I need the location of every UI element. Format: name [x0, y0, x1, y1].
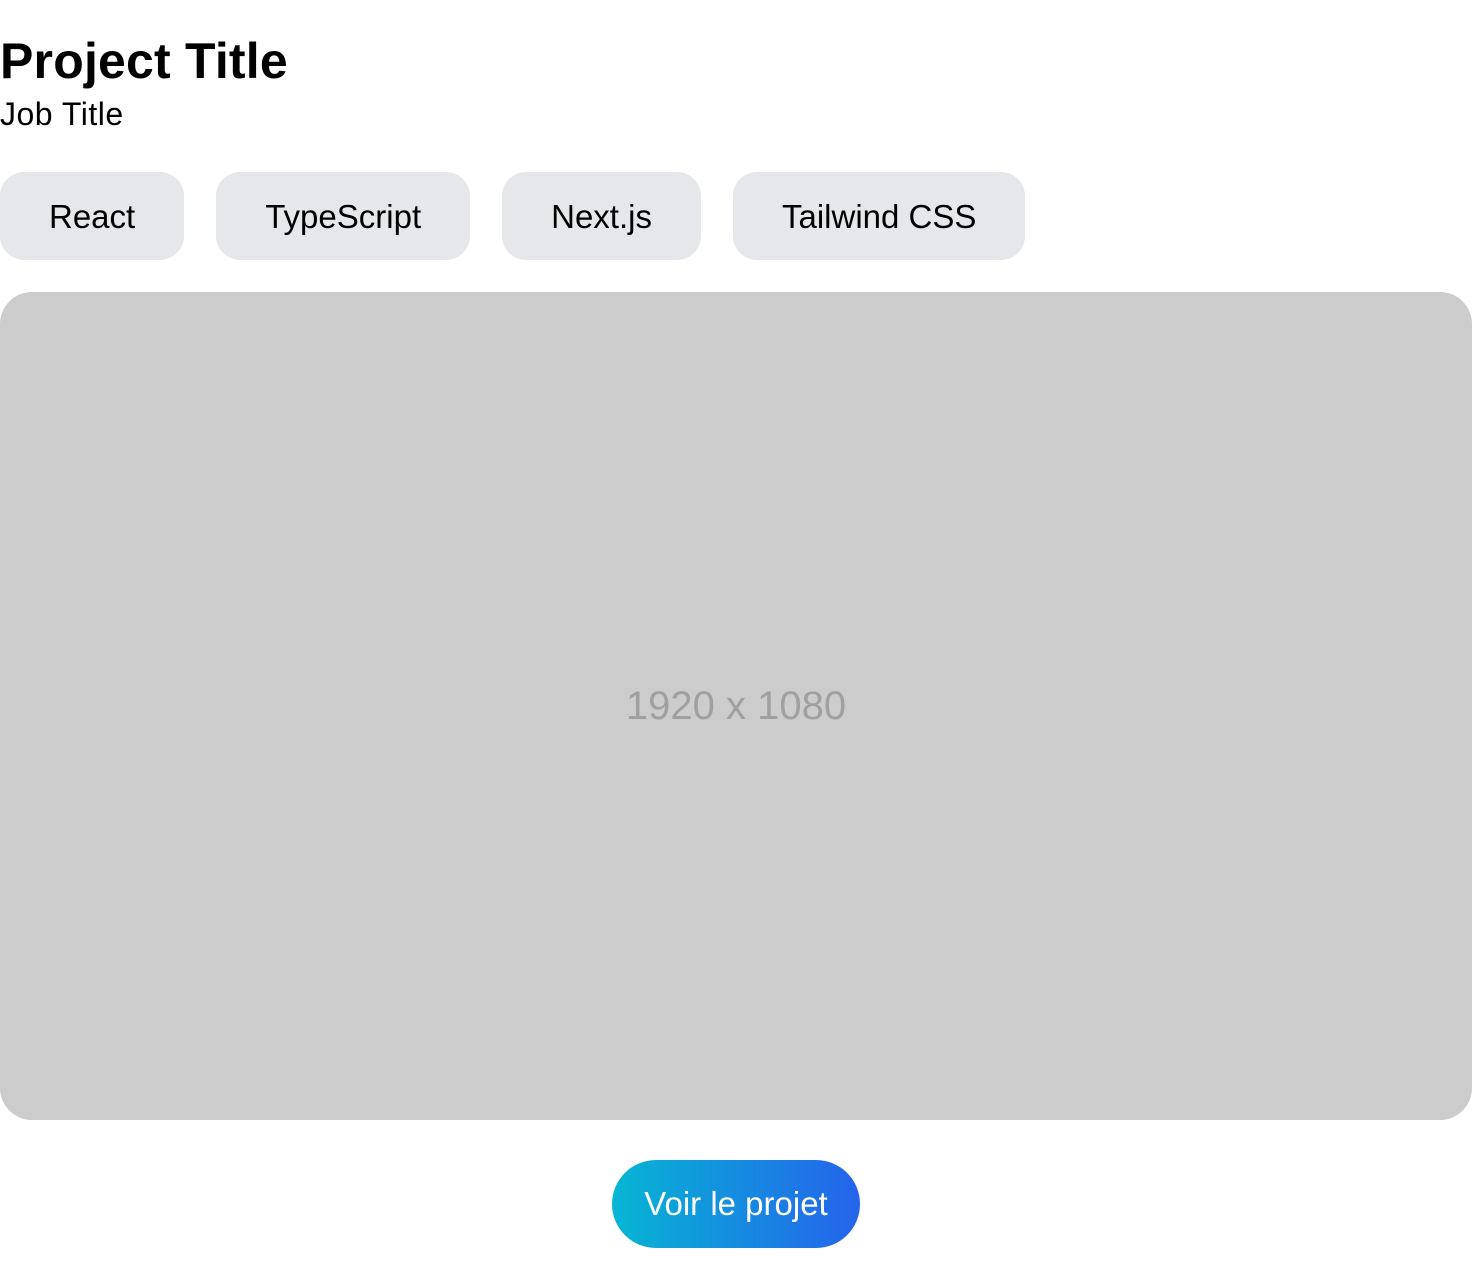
tech-tag-react: React — [0, 172, 185, 260]
cta-container: Voir le projet — [0, 1160, 1472, 1248]
tech-tag-tailwind-css: Tailwind CSS — [732, 172, 1026, 260]
project-title: Project Title — [0, 33, 288, 89]
view-project-button[interactable]: Voir le projet — [612, 1160, 860, 1248]
tech-tag-nextjs: Next.js — [502, 172, 701, 260]
tech-tag-typescript: TypeScript — [216, 172, 471, 260]
project-image-placeholder: 1920 x 1080 — [0, 292, 1472, 1120]
image-placeholder-label: 1920 x 1080 — [625, 683, 847, 728]
project-header: Project Title Job Title — [0, 30, 288, 136]
job-title: Job Title — [0, 96, 124, 132]
tech-tag-list: React TypeScript Next.js Tailwind CSS — [0, 172, 1026, 260]
